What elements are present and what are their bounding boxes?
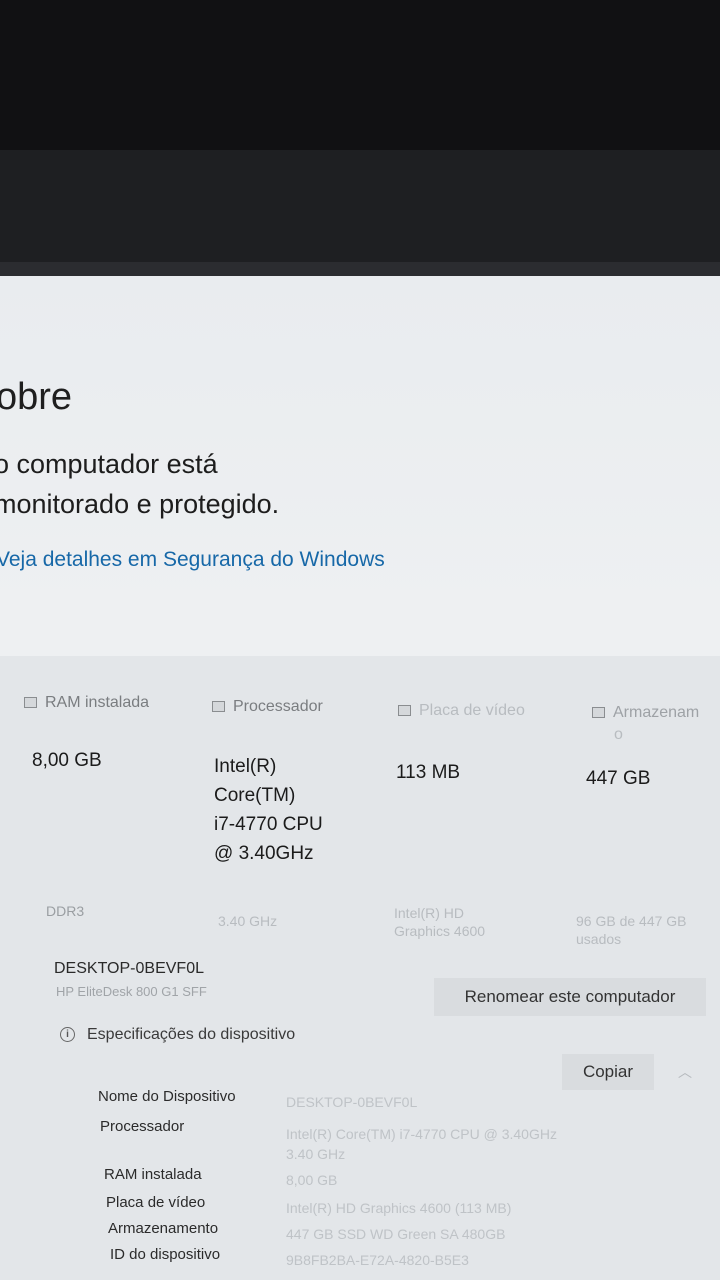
processor-icon xyxy=(212,701,225,713)
processor-value-line: Core(TM) xyxy=(214,785,296,806)
page-title: obre xyxy=(0,376,73,418)
ram-type: DDR3 xyxy=(46,903,85,919)
device-specs-card: RAM instalada Processador Placa de vídeo… xyxy=(0,656,720,1280)
spec-label-ram: RAM instalada xyxy=(104,1166,202,1183)
processor-speed: 3.40 GHz xyxy=(218,913,278,929)
processor-value-line: @ 3.40GHz xyxy=(214,843,314,864)
device-model: HP EliteDesk 800 G1 SFF xyxy=(56,984,207,999)
storage-value: 447 GB xyxy=(586,768,651,789)
device-specs-title: Especificações do dispositivo xyxy=(87,1026,296,1043)
processor-value: Intel(R) Core(TM) i7-4770 CPU @ 3.40GHz xyxy=(214,752,323,868)
processor-value-line: i7-4770 CPU xyxy=(214,814,323,835)
rename-pc-button[interactable]: Renomear este computador xyxy=(434,978,706,1016)
spec-label-storage: Armazenamento xyxy=(108,1220,219,1237)
spec-value-device-name: DESKTOP-0BEVF0L xyxy=(286,1094,418,1110)
spec-label-processor: Processador xyxy=(100,1118,185,1135)
device-specs-header[interactable]: i Especificações do dispositivo xyxy=(60,1026,295,1044)
spec-label-device-name: Nome do Dispositivo xyxy=(98,1088,236,1105)
spec-value-device-id: 9B8FB2BA-E72A-4820-B5E3 xyxy=(286,1252,469,1268)
spec-label-gpu: Placa de vídeo xyxy=(106,1194,206,1211)
spec-value-ram: 8,00 GB xyxy=(286,1172,338,1188)
spec-value-processor: Intel(R) Core(TM) i7-4770 CPU @ 3.40GHz xyxy=(286,1126,557,1142)
info-icon: i xyxy=(60,1027,75,1043)
ram-value: 8,00 GB xyxy=(32,750,102,771)
gpu-icon xyxy=(398,705,411,717)
spec-label-device-id: ID do dispositivo xyxy=(110,1246,221,1263)
storage-heading: Armazenam xyxy=(592,704,699,722)
storage-usage-line: 96 GB de 447 GB xyxy=(576,913,687,929)
storage-icon xyxy=(592,707,605,719)
spec-value-processor-speed: 3.40 GHz xyxy=(286,1146,346,1162)
windows-security-link[interactable]: Veja detalhes em Segurança do Windows xyxy=(0,548,385,572)
gpu-name: Intel(R) HD Graphics 4600 xyxy=(394,904,485,940)
spec-value-storage: 447 GB SSD WD Green SA 480GB xyxy=(286,1226,506,1242)
gpu-name-line: Intel(R) HD xyxy=(394,905,465,921)
monitor-bezel xyxy=(0,150,720,270)
protection-line-2: monitorado e protegido. xyxy=(0,489,280,519)
ram-heading: RAM instalada xyxy=(24,694,149,712)
device-name: DESKTOP-0BEVF0L xyxy=(54,960,204,977)
storage-heading-wrap: o xyxy=(614,726,623,743)
copy-button[interactable]: Copiar xyxy=(562,1054,654,1090)
storage-usage-line: usados xyxy=(576,931,622,947)
monitor-bezel-top xyxy=(0,0,720,150)
processor-heading: Processador xyxy=(212,698,323,716)
gpu-value: 113 MB xyxy=(396,762,461,783)
protection-line-1: o computador está xyxy=(0,449,218,479)
storage-usage: 96 GB de 447 GB usados xyxy=(576,912,687,948)
settings-about-screen: obre o computador está monitorado e prot… xyxy=(0,276,720,1280)
chevron-up-icon[interactable]: ︿ xyxy=(678,1062,692,1082)
spec-value-gpu: Intel(R) HD Graphics 4600 (113 MB) xyxy=(286,1200,512,1216)
ram-icon xyxy=(24,697,37,709)
processor-value-line: Intel(R) xyxy=(214,756,277,777)
protection-status: o computador está monitorado e protegido… xyxy=(0,444,279,524)
gpu-name-line: Graphics 4600 xyxy=(394,923,486,939)
gpu-heading: Placa de vídeo xyxy=(398,702,525,720)
